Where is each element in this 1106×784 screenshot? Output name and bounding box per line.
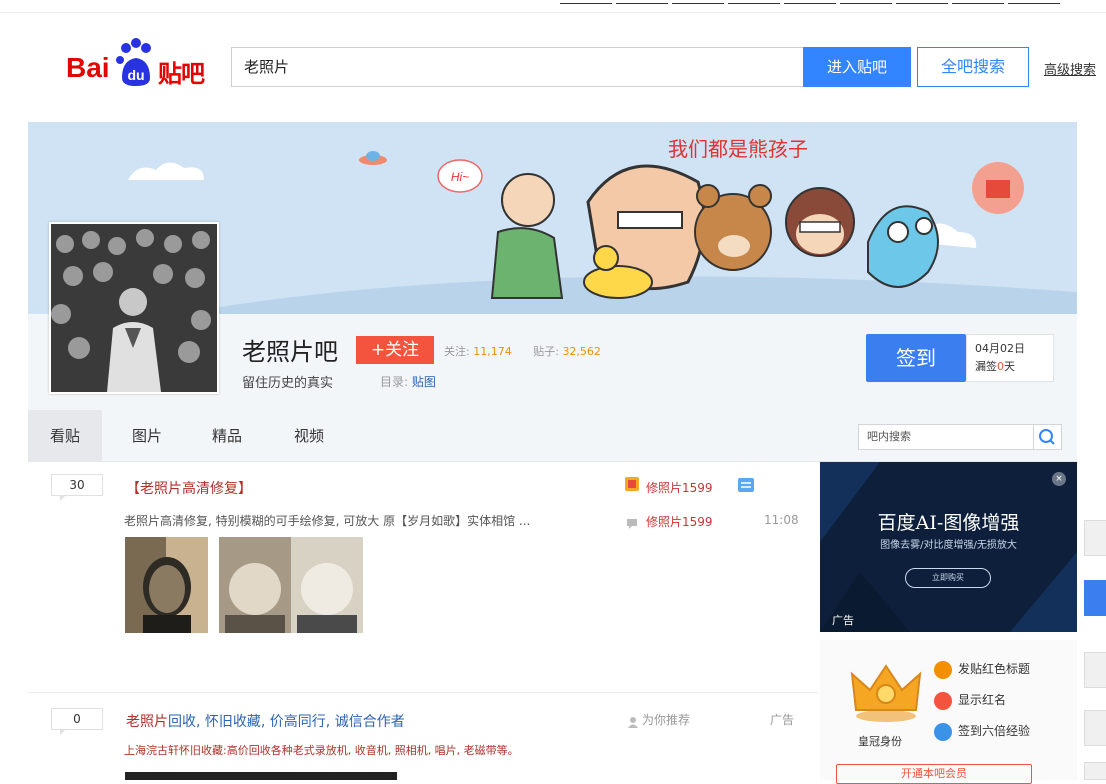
tab-featured[interactable]: 精品 <box>212 410 242 462</box>
top-nav <box>560 0 1064 12</box>
forum-name[interactable]: 老照片吧 <box>242 332 338 367</box>
vip-perk: 签到六倍经验 <box>934 722 1030 741</box>
vip-perk: 显示红名 <box>934 691 1006 710</box>
thread-abstract: 上海浣古轩怀旧收藏:高价回收各种老式录放机, 收音机, 照相机, 唱片, 老磁带… <box>124 744 519 757</box>
forum-avatar[interactable] <box>49 222 219 394</box>
logo-du: du <box>127 67 144 83</box>
sign-in-button[interactable]: 签到 <box>866 334 966 382</box>
top-nav-link[interactable] <box>784 0 836 4</box>
top-nav-link[interactable] <box>1008 0 1060 4</box>
top-nav-link[interactable] <box>952 0 1004 4</box>
search-icon <box>1039 429 1055 445</box>
tab-posts[interactable]: 看贴 <box>28 410 103 462</box>
top-nav-link[interactable] <box>728 0 780 4</box>
logo-tieba: 贴吧 <box>158 60 205 88</box>
ad-subtitle: 图像去雾/对比度增强/无损放大 <box>880 540 1017 551</box>
follow-button[interactable]: +关注 <box>356 336 434 364</box>
tab-videos[interactable]: 视频 <box>294 410 324 462</box>
sign-date: 04月02日 <box>975 342 1025 355</box>
ad-title: 百度AI-图像增强 <box>877 512 1020 534</box>
user-icon <box>627 713 639 732</box>
thread-thumbnail[interactable] <box>219 537 363 633</box>
reply-count: 30 <box>51 474 103 501</box>
ad-buy-button[interactable]: 立即购买 <box>905 568 991 588</box>
thread-thumbnail[interactable] <box>125 772 397 780</box>
top-nav-link[interactable] <box>560 0 612 4</box>
paw-icon: du <box>116 38 151 86</box>
reply-count: 0 <box>51 708 103 735</box>
side-post-button[interactable] <box>1084 520 1106 556</box>
thread-thumbnail[interactable] <box>125 537 208 633</box>
baidu-tieba-logo[interactable]: Bai du 贴吧 <box>66 36 216 94</box>
last-reply-author[interactable]: 修照片1599 <box>646 513 713 530</box>
side-feedback-button[interactable] <box>1084 710 1106 746</box>
thread-title[interactable]: 【老照片高清修复】 <box>126 478 252 498</box>
perk-icon <box>934 660 952 679</box>
catalog-link[interactable]: 贴图 <box>412 375 436 389</box>
search-all-button[interactable]: 全吧搜索 <box>917 47 1029 87</box>
vip-perk: 发贴红色标题 <box>934 660 1030 679</box>
author-medal-icon <box>624 476 640 496</box>
thread-author[interactable]: 修照片1599 <box>646 479 713 496</box>
forum-slogan: 留住历史的真实 <box>242 376 334 391</box>
perk-icon <box>934 722 952 741</box>
inner-search-input[interactable]: 吧内搜索 <box>858 424 1034 450</box>
followers-label: 关注: <box>444 345 470 358</box>
forum-stats: 关注: 11,174 贴子: 32,562 <box>444 343 619 359</box>
search-input[interactable]: 老照片 <box>231 47 803 87</box>
forum-catalog: 目录: 贴图 <box>380 373 436 390</box>
followers-count: 11,174 <box>473 345 512 358</box>
vip-title: 皇冠身份 <box>858 735 902 748</box>
ad-label: 广告 <box>832 614 854 627</box>
sign-missed: 漏签0天 <box>975 360 1015 373</box>
thread-title[interactable]: 老照片回收, 怀旧收藏, 价高同行, 诚信合作者 <box>126 711 405 731</box>
side-refresh-button[interactable] <box>1084 652 1106 688</box>
tab-images[interactable]: 图片 <box>132 410 162 462</box>
member-badge-icon <box>738 477 754 496</box>
ad-tag: 广告 <box>770 713 795 727</box>
catalog-label: 目录: <box>380 375 409 389</box>
top-nav-link[interactable] <box>896 0 948 4</box>
posts-count: 32,562 <box>562 345 601 358</box>
close-icon[interactable]: × <box>1052 472 1066 486</box>
thread-divider <box>28 692 818 693</box>
top-nav-link[interactable] <box>616 0 668 4</box>
crown-icon <box>850 664 922 722</box>
avatar-photo <box>51 224 217 392</box>
side-top-button[interactable] <box>1084 762 1106 780</box>
vip-open-button[interactable]: 开通本吧会员 <box>836 764 1032 784</box>
logo-bai: Bai <box>66 52 110 83</box>
recommend-label: 为你推荐 <box>642 713 691 727</box>
perk-icon <box>934 691 952 710</box>
advanced-search-link[interactable]: 高级搜索 <box>1044 59 1096 78</box>
side-edit-button[interactable] <box>1084 580 1106 616</box>
reply-icon <box>626 515 638 534</box>
top-nav-link[interactable] <box>672 0 724 4</box>
sign-info: 04月02日 漏签0天 <box>966 334 1054 382</box>
last-reply-time: 11:08 <box>764 513 799 527</box>
top-nav-link[interactable] <box>840 0 892 4</box>
posts-label: 贴子: <box>533 345 559 358</box>
banner-bubble: Hi~ <box>451 170 469 184</box>
thread-abstract: 老照片高清修复, 特别模糊的可手绘修复, 可放大 原【岁月如歌】实体相馆 ... <box>124 514 531 528</box>
enter-forum-button[interactable]: 进入贴吧 <box>803 47 911 87</box>
inner-search-button[interactable] <box>1034 424 1062 450</box>
top-divider <box>0 12 1106 13</box>
banner-slogan: 我们都是熊孩子 <box>668 137 808 161</box>
